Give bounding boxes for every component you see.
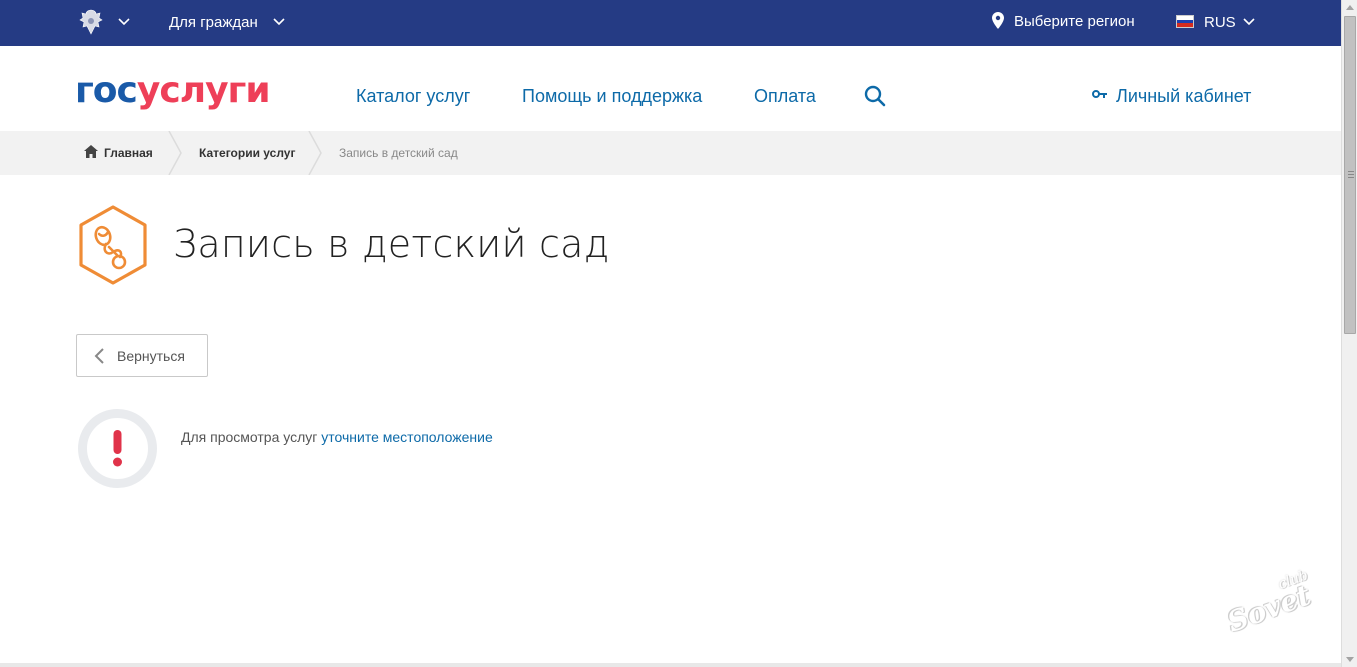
top-bar: Для граждан Выберите регион RUS bbox=[0, 0, 1341, 46]
scrollbar-thumb[interactable] bbox=[1344, 16, 1356, 334]
scrollbar-grip bbox=[1348, 177, 1354, 178]
personal-cabinet-link[interactable]: Личный кабинет bbox=[1116, 86, 1251, 107]
location-alert: Для просмотра услуг уточните местоположе… bbox=[181, 429, 493, 445]
chevron-down-icon[interactable] bbox=[118, 16, 130, 28]
search-icon[interactable] bbox=[864, 85, 886, 107]
logo-part-gos: гос bbox=[75, 70, 138, 111]
for-citizens-dropdown[interactable]: Для граждан bbox=[169, 14, 258, 31]
russia-flag-icon bbox=[1176, 15, 1194, 28]
scrollbar-grip bbox=[1348, 174, 1354, 175]
scrollbar-grip bbox=[1348, 171, 1354, 172]
chevron-left-icon bbox=[94, 348, 104, 364]
alert-message: Для просмотра услуг bbox=[181, 429, 318, 445]
location-pin-icon bbox=[992, 12, 1004, 29]
nav-catalog[interactable]: Каталог услуг bbox=[356, 86, 470, 107]
main-header: госуслуги Каталог услуг Помощь и поддерж… bbox=[0, 46, 1341, 131]
chevron-down-icon[interactable] bbox=[1243, 16, 1255, 28]
gosuslugi-logo[interactable]: госуслуги bbox=[75, 70, 271, 111]
nav-payment[interactable]: Оплата bbox=[754, 86, 816, 107]
specify-location-link[interactable]: уточните местоположение bbox=[321, 429, 492, 445]
watermark-logo: club Sovet bbox=[1222, 567, 1332, 639]
page-title: Запись в детский сад bbox=[173, 222, 610, 266]
back-button[interactable]: Вернуться bbox=[76, 334, 208, 377]
breadcrumb-separator bbox=[308, 131, 322, 175]
vertical-scrollbar[interactable] bbox=[1341, 0, 1357, 667]
nav-help[interactable]: Помощь и поддержка bbox=[522, 86, 702, 107]
breadcrumb: Главная Категории услуг Запись в детский… bbox=[0, 131, 1341, 175]
breadcrumb-separator bbox=[168, 131, 182, 175]
language-selector[interactable]: RUS bbox=[1204, 14, 1236, 31]
warning-icon bbox=[78, 409, 157, 488]
select-region-link[interactable]: Выберите регион bbox=[1014, 13, 1135, 30]
home-icon[interactable] bbox=[84, 145, 98, 158]
pacifier-icon bbox=[79, 205, 147, 285]
breadcrumb-current: Запись в детский сад bbox=[339, 146, 458, 160]
key-icon bbox=[1092, 90, 1107, 98]
logo-part-uslugi: услуги bbox=[136, 70, 271, 111]
breadcrumb-home[interactable]: Главная bbox=[104, 146, 153, 160]
chevron-down-icon[interactable] bbox=[273, 16, 285, 28]
scroll-down-arrow-icon[interactable] bbox=[1346, 657, 1354, 662]
breadcrumb-categories[interactable]: Категории услуг bbox=[199, 146, 295, 160]
scroll-up-arrow-icon[interactable] bbox=[1346, 5, 1354, 10]
russia-emblem-icon[interactable] bbox=[76, 7, 106, 37]
back-button-label: Вернуться bbox=[117, 348, 185, 364]
bottom-border bbox=[0, 663, 1341, 667]
watermark-large-text: Sovet bbox=[1222, 578, 1315, 639]
